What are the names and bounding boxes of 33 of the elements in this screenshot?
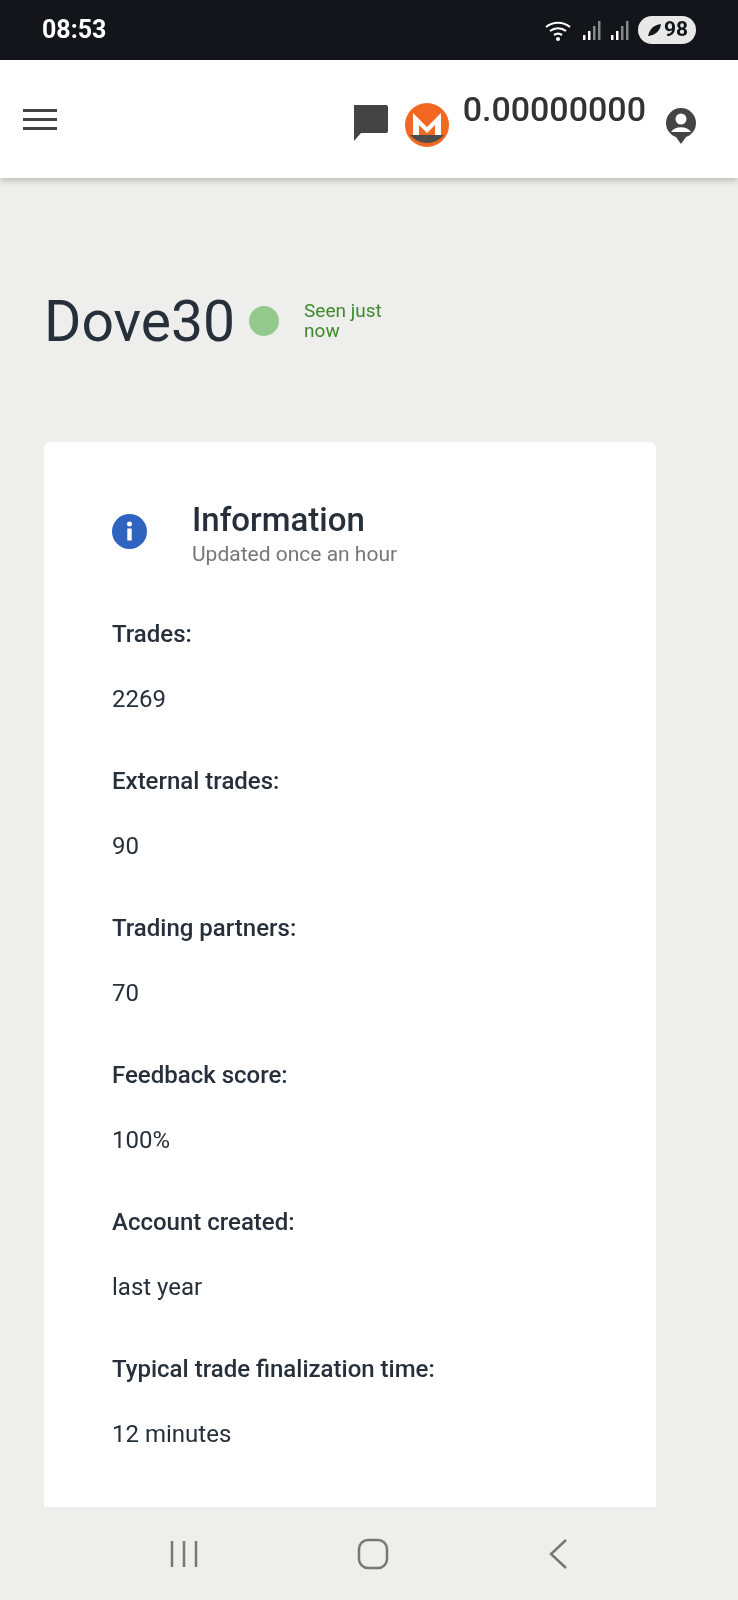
field-value: last year: [112, 1272, 204, 1303]
coin-logo-icon: [404, 103, 449, 147]
field-label: Account created:: [112, 1207, 296, 1238]
field-label: External trades:: [112, 766, 281, 797]
leaf-icon: [645, 22, 662, 38]
field-label: Trades:: [112, 619, 193, 650]
back-button[interactable]: [547, 1537, 569, 1570]
signal-icon: [609, 19, 630, 41]
last-seen-text: Seen just now: [304, 301, 383, 341]
menu-icon: [23, 107, 57, 131]
back-icon: [547, 1537, 569, 1570]
battery-indicator: 98: [637, 16, 696, 44]
field-label: Feedback score:: [112, 1060, 289, 1091]
card-title: Information: [192, 500, 366, 540]
field-value: 12 minutes: [112, 1419, 233, 1450]
field-value: 70: [112, 978, 140, 1009]
recent-apps-button[interactable]: [169, 1538, 199, 1569]
field-value: 90: [112, 831, 140, 862]
status-time: 08:53: [42, 14, 107, 47]
field-label: Trading partners:: [112, 913, 298, 944]
field-label: Typical trade finalization time:: [112, 1354, 436, 1385]
card-subtitle: Updated once an hour: [192, 541, 398, 568]
recent-apps-icon: [169, 1538, 199, 1569]
home-icon: [357, 1537, 389, 1570]
username-title: Dove30: [44, 292, 236, 350]
balance-text: 0.00000000: [462, 88, 646, 131]
signal-icon: [581, 19, 602, 41]
info-icon: [112, 514, 147, 549]
field-value: 2269: [112, 684, 167, 715]
account-button[interactable]: [664, 107, 698, 145]
account-icon: [664, 107, 698, 145]
field-value: 100%: [112, 1125, 172, 1156]
home-button[interactable]: [357, 1537, 389, 1570]
